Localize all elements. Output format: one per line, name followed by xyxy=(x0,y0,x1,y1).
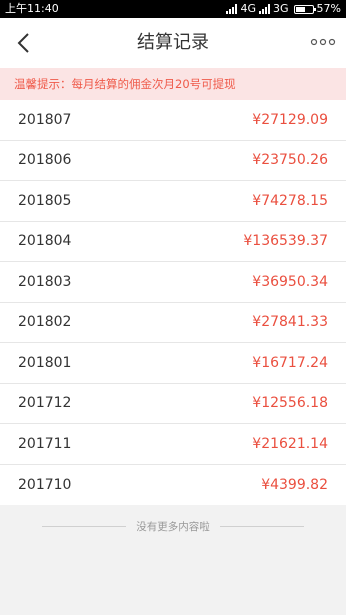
record-row[interactable]: 201804 ¥136539.37 xyxy=(0,222,346,262)
records-list: 201807 ¥27129.09 201806 ¥23750.26 201805 ¥742… xyxy=(0,100,346,505)
record-month: 201801 xyxy=(18,354,72,371)
status-indicators: 4G 3G 57% xyxy=(226,0,341,18)
record-amount: ¥12556.18 xyxy=(252,395,328,412)
divider-right xyxy=(219,525,304,527)
record-month: 201805 xyxy=(18,192,72,209)
record-row[interactable]: 201807 ¥27129.09 xyxy=(0,100,346,141)
record-amount: ¥21621.14 xyxy=(252,435,328,452)
network-type-2: 3G xyxy=(273,2,289,15)
record-amount: ¥136539.37 xyxy=(243,233,328,250)
end-text: 没有更多内容啦 xyxy=(136,520,210,533)
record-month: 201802 xyxy=(18,314,72,331)
record-month: 201712 xyxy=(18,395,72,412)
more-dots-icon[interactable] xyxy=(310,37,336,47)
divider-left xyxy=(42,525,127,527)
record-amount: ¥27841.33 xyxy=(252,314,328,331)
record-amount: ¥4399.82 xyxy=(261,476,328,493)
nav-header: 结算记录 xyxy=(0,18,346,68)
end-of-list: 没有更多内容啦 xyxy=(0,518,346,534)
record-row[interactable]: 201802 ¥27841.33 xyxy=(0,303,346,343)
record-row[interactable]: 201710 ¥4399.82 xyxy=(0,465,346,506)
status-bar: 上午11:40 4G 3G 57% xyxy=(0,0,346,18)
record-amount: ¥23750.26 xyxy=(252,152,328,169)
record-row[interactable]: 201711 ¥21621.14 xyxy=(0,424,346,465)
record-month: 201807 xyxy=(18,111,72,128)
record-month: 201710 xyxy=(18,476,72,493)
record-month: 201804 xyxy=(18,233,72,250)
signal-icon-2 xyxy=(259,4,271,14)
signal-icon xyxy=(226,4,238,14)
record-month: 201803 xyxy=(18,273,72,290)
record-amount: ¥16717.24 xyxy=(252,354,328,371)
tip-banner: 温馨提示：每月结算的佣金次月20号可提现 xyxy=(0,68,346,100)
record-amount: ¥27129.09 xyxy=(252,111,328,128)
record-month: 201806 xyxy=(18,152,72,169)
record-row[interactable]: 201712 ¥12556.18 xyxy=(0,384,346,424)
page-title: 结算记录 xyxy=(137,32,209,53)
battery-level xyxy=(295,6,305,12)
status-time: 上午11:40 xyxy=(5,2,59,15)
battery-icon xyxy=(293,4,316,14)
record-row[interactable]: 201806 ¥23750.26 xyxy=(0,141,346,181)
network-type-1: 4G xyxy=(240,2,257,15)
record-amount: ¥74278.15 xyxy=(252,192,328,209)
record-row[interactable]: 201801 ¥16717.24 xyxy=(0,343,346,384)
record-month: 201711 xyxy=(18,435,72,452)
battery-percent: 57% xyxy=(316,2,341,15)
record-row[interactable]: 201803 ¥36950.34 xyxy=(0,262,346,303)
record-row[interactable]: 201805 ¥74278.15 xyxy=(0,181,346,222)
record-amount: ¥36950.34 xyxy=(252,273,328,290)
